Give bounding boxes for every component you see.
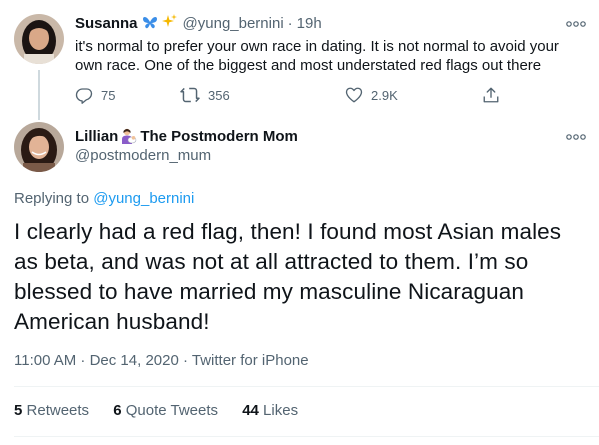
replying-prefix: Replying to [14,190,90,207]
heart-icon [345,86,371,104]
quote-tweets-label: Quote Tweets [125,402,219,419]
author-handle[interactable]: @yung_bernini [183,15,284,32]
retweets-stat[interactable]: 5 Retweets [14,402,89,419]
author-name[interactable]: Lillian [75,128,118,145]
likes-stat[interactable]: 44 Likes [242,402,298,419]
retweet-button[interactable]: 356 [180,86,230,104]
tweet-stats: 5 Retweets 6 Quote Tweets 44 Likes [14,402,318,419]
avatar[interactable] [14,122,64,172]
retweet-count: 356 [208,87,230,103]
author-name-row[interactable]: Lillian The Postmodern Mom [75,128,298,145]
likes-label: Likes [263,402,299,419]
more-options-icon[interactable] [566,20,586,28]
woman-feeding-baby-icon [121,128,137,145]
quote-tweets-count: 6 [113,402,122,419]
parent-tweet[interactable]: Susanna @yung_bernini · 19h it's normal … [0,0,599,118]
like-button[interactable]: 2.9K [345,86,398,104]
quote-tweets-stat[interactable]: 6 Quote Tweets [113,402,218,419]
divider [14,436,599,437]
retweets-label: Retweets [26,402,90,419]
reply-count: 75 [101,87,116,103]
main-tweet-header: Lillian The Postmodern Mom @postmodern_m… [75,128,298,164]
author-name[interactable]: Susanna [75,15,138,32]
share-button[interactable] [482,86,508,104]
parent-tweet-header: Susanna @yung_bernini · 19h [75,14,322,32]
parent-tweet-text: it's normal to prefer your own race in d… [75,38,559,74]
tweet-timestamp[interactable]: 11:00 AM · Dec 14, 2020 · Twitter for iP… [14,352,309,369]
likes-count: 44 [242,402,259,419]
reply-button[interactable]: 75 [75,86,115,104]
more-options-icon[interactable] [566,133,586,141]
divider [14,386,599,387]
retweets-count: 5 [14,402,23,419]
separator-dot: · [287,14,293,32]
author-name-suffix[interactable]: The Postmodern Mom [140,128,298,145]
reply-icon [75,86,101,104]
tweet-actions: 75 356 2.9K [75,86,499,108]
tweet-time[interactable]: 19h [297,15,322,32]
butterfly-icon [142,15,158,32]
share-icon [482,86,508,104]
replying-to-link[interactable]: @yung_bernini [93,190,194,207]
retweet-icon [180,86,208,104]
avatar[interactable] [14,14,64,64]
like-count: 2.9K [371,87,398,103]
sparkles-icon [161,14,177,32]
main-tweet-text: I clearly had a red flag, then! I found … [14,219,562,334]
author-handle[interactable]: @postmodern_mum [75,147,298,164]
replying-to: Replying to @yung_bernini [14,190,194,207]
